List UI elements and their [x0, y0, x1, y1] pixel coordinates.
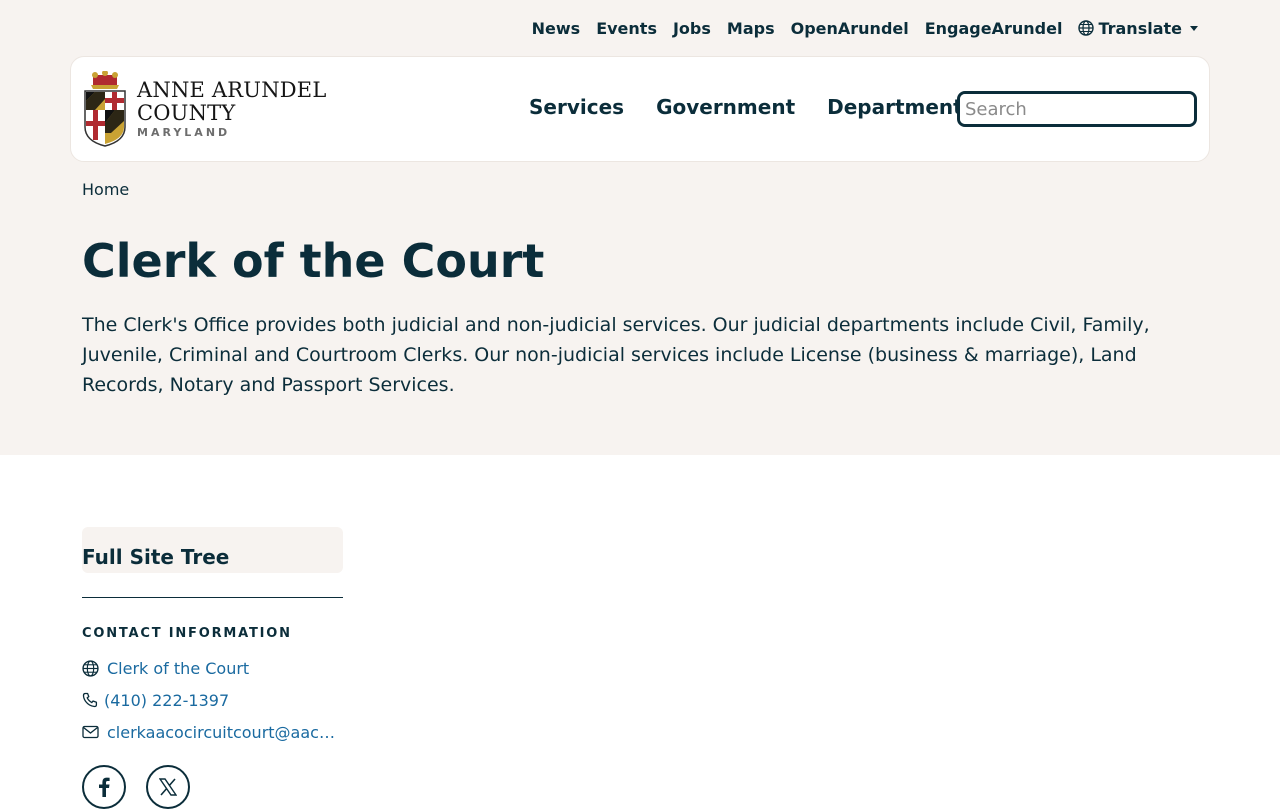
site-header: ANNE ARUNDEL COUNTY MARYLAND Services Go…: [70, 56, 1210, 162]
contact-website: Clerk of the Court: [82, 659, 343, 678]
breadcrumb-home[interactable]: Home: [82, 180, 129, 199]
county-logo[interactable]: ANNE ARUNDEL COUNTY MARYLAND: [83, 71, 326, 147]
sidebar-divider: [82, 597, 343, 598]
contact-email: clerkaacocircuitcourt@aacou...: [82, 723, 343, 742]
page-intro: The Clerk's Office provides both judicia…: [82, 314, 1150, 396]
hero-section: News Events Jobs Maps OpenArundel Engage…: [0, 0, 1280, 455]
full-site-tree-link[interactable]: Full Site Tree: [82, 527, 343, 573]
site-search: [957, 91, 1197, 127]
translate-dropdown[interactable]: Translate: [1078, 19, 1198, 38]
facebook-button[interactable]: [82, 765, 126, 809]
x-icon: [159, 778, 177, 796]
county-seal-icon: [84, 71, 126, 147]
envelope-icon: [82, 725, 99, 739]
breadcrumb: Home: [82, 180, 129, 199]
county-wordmark: ANNE ARUNDEL COUNTY MARYLAND: [137, 78, 327, 139]
page-title: Clerk of the Court: [82, 234, 545, 288]
logo-line-3: MARYLAND: [137, 126, 231, 139]
utility-link-news[interactable]: News: [532, 19, 581, 38]
globe-icon: [1078, 20, 1095, 36]
search-icon: [1195, 99, 1197, 119]
search-button[interactable]: [1195, 94, 1197, 124]
logo-line-1: ANNE ARUNDEL: [137, 78, 327, 102]
utility-link-openarundel[interactable]: OpenArundel: [791, 19, 909, 38]
utility-link-engagearundel[interactable]: EngageArundel: [925, 19, 1063, 38]
nav-government[interactable]: Government: [656, 95, 795, 119]
utility-link-jobs[interactable]: Jobs: [673, 19, 711, 38]
phone-link[interactable]: (410) 222-1397: [104, 691, 229, 710]
utility-link-events[interactable]: Events: [596, 19, 657, 38]
contact-phone: (410) 222-1397: [82, 691, 343, 710]
logo-line-2: COUNTY: [137, 101, 236, 125]
search-input[interactable]: [960, 94, 1194, 124]
x-twitter-button[interactable]: [146, 765, 190, 809]
social-links: [82, 765, 343, 809]
nav-services[interactable]: Services: [529, 95, 624, 119]
email-link[interactable]: clerkaacocircuitcourt@aacou...: [107, 723, 335, 742]
globe-icon: [82, 659, 99, 677]
nav-departments[interactable]: Departments: [827, 95, 975, 119]
translate-label: Translate: [1098, 18, 1182, 38]
sidebar: Full Site Tree CONTACT INFORMATION Clerk…: [82, 527, 343, 809]
facebook-icon: [99, 777, 110, 797]
contact-heading: CONTACT INFORMATION: [82, 626, 292, 641]
utility-nav: News Events Jobs Maps OpenArundel Engage…: [532, 16, 1198, 40]
website-link[interactable]: Clerk of the Court: [107, 659, 249, 678]
caret-down-icon: [1190, 25, 1198, 31]
phone-icon: [82, 692, 98, 708]
utility-link-maps[interactable]: Maps: [727, 19, 775, 38]
main-nav: Services Government Departments: [529, 95, 975, 119]
